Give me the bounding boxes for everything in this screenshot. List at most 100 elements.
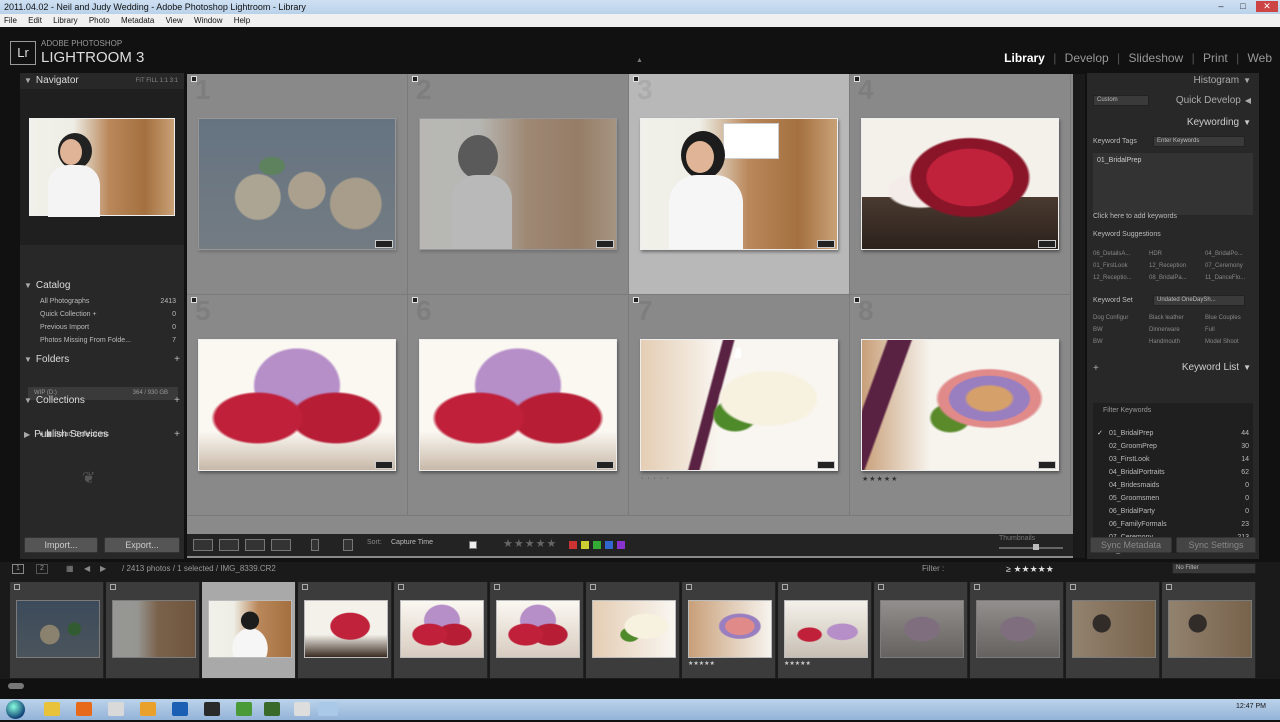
enter-keywords-dropdown[interactable]: Enter Keywords (1153, 136, 1245, 147)
keyword-set-item[interactable]: Full (1205, 327, 1215, 333)
filmstrip-thumb[interactable] (10, 582, 104, 678)
maximize-button[interactable]: □ (1232, 1, 1254, 12)
filmstrip-thumb[interactable] (1162, 582, 1256, 678)
sort-direction-icon[interactable] (343, 539, 353, 551)
filmstrip-source-info[interactable]: / 2413 photos / 1 selected / IMG_8339.CR… (122, 562, 276, 576)
edit-badge-icon[interactable] (596, 461, 614, 469)
label-red-swatch[interactable] (569, 541, 577, 549)
keyword-suggestion[interactable]: 11_DanceFlo... (1205, 275, 1245, 281)
keyword-suggestion[interactable]: 12_Receptio... (1093, 275, 1132, 281)
filter-keywords-field[interactable]: Filter Keywords (1103, 407, 1151, 414)
checkmark-icon[interactable]: ✓ (1097, 427, 1103, 440)
keyword-list-row[interactable]: 04_Bridesmaids 0 (1109, 479, 1249, 492)
minimize-button[interactable]: – (1210, 1, 1232, 12)
folders-header[interactable]: ▼ Folders + (20, 352, 184, 368)
firefox-icon[interactable] (76, 702, 92, 716)
add-keywords-hint[interactable]: Click here to add keywords (1093, 213, 1177, 220)
filmstrip-thumb[interactable] (586, 582, 680, 678)
top-panel-toggle-icon[interactable]: ▲ (636, 57, 643, 64)
chrome-icon[interactable] (44, 702, 60, 716)
menu-photo[interactable]: Photo (89, 16, 110, 25)
flag-icon[interactable] (633, 76, 639, 82)
keyword-list-row[interactable]: 05_Groomsmen 0 (1109, 492, 1249, 505)
grid-icon[interactable]: ▦ (66, 562, 74, 576)
module-print[interactable]: Print (1203, 51, 1228, 65)
flag-icon[interactable] (206, 584, 212, 590)
module-develop[interactable]: Develop (1065, 51, 1109, 65)
back-arrow-icon[interactable]: ◀ (84, 562, 90, 576)
survey-view-icon[interactable] (271, 539, 291, 551)
navigator-zoom-options[interactable]: FIT FILL 1:1 3:1 (136, 73, 178, 89)
edit-badge-icon[interactable] (1038, 461, 1056, 469)
grid-view-icon[interactable] (193, 539, 213, 551)
add-collection-icon[interactable]: + (174, 393, 180, 409)
label-purple-swatch[interactable] (617, 541, 625, 549)
keyword-set-item[interactable]: Handmouth (1149, 339, 1180, 345)
catalog-header[interactable]: ▼ Catalog (20, 278, 184, 294)
filmstrip-thumb[interactable] (394, 582, 488, 678)
flag-icon[interactable] (398, 584, 404, 590)
flag-icon[interactable] (1070, 584, 1076, 590)
keywording-header[interactable]: Keywording ▼ (1087, 115, 1259, 131)
filter-preset-dropdown[interactable]: No Filter (1172, 563, 1256, 574)
keyword-set-item[interactable]: Black leather (1149, 315, 1184, 321)
keyword-list-row[interactable]: 06_BridalParty 0 (1109, 505, 1249, 518)
edit-badge-icon[interactable] (817, 461, 835, 469)
flag-icon[interactable] (633, 297, 639, 303)
catalog-item[interactable]: Quick Collection + 0 (40, 309, 180, 321)
keyword-set-item[interactable]: Blue Couples (1205, 315, 1241, 321)
label-yellow-swatch[interactable] (581, 541, 589, 549)
filmstrip-thumb[interactable]: ★★★★★ (682, 582, 776, 678)
publish-services-header[interactable]: ▶ Publish Services + (20, 427, 184, 443)
filmstrip-thumb[interactable] (874, 582, 968, 678)
rating-stars[interactable]: · · · · · (641, 475, 669, 482)
compare-view-icon[interactable] (245, 539, 265, 551)
keyword-tags-field[interactable]: 01_BridalPrep (1093, 153, 1253, 215)
keyword-list-row[interactable]: 04_BridalPortraits 62 (1109, 466, 1249, 479)
label-blue-swatch[interactable] (605, 541, 613, 549)
module-web[interactable]: Web (1248, 51, 1272, 65)
menu-file[interactable]: File (4, 16, 17, 25)
secondary-window-1-button[interactable]: 1 (12, 564, 24, 574)
filmstrip-thumb[interactable] (1066, 582, 1160, 678)
flag-icon[interactable] (191, 76, 197, 82)
sort-select[interactable]: Capture Time (391, 539, 433, 546)
module-slideshow[interactable]: Slideshow (1129, 51, 1184, 65)
keyword-suggestion[interactable]: HDR (1149, 251, 1162, 257)
catalog-item[interactable]: Previous Import 0 (40, 322, 180, 334)
menu-metadata[interactable]: Metadata (121, 16, 154, 25)
flag-icon[interactable] (782, 584, 788, 590)
app-icon[interactable] (236, 702, 252, 716)
flag-icon[interactable] (854, 297, 860, 303)
filter-rating-stars[interactable]: ≥ ★★★★★ (1006, 562, 1054, 576)
menu-view[interactable]: View (166, 16, 183, 25)
grid-cell[interactable]: 5 (187, 295, 408, 516)
edit-badge-icon[interactable] (596, 240, 614, 248)
flag-icon[interactable] (974, 584, 980, 590)
filmstrip-thumb-selected[interactable] (202, 582, 296, 678)
flag-icon[interactable] (878, 584, 884, 590)
keyword-suggestion[interactable]: 01_FirstLook (1093, 263, 1128, 269)
rating-stars[interactable]: ★★★★★ (862, 475, 898, 483)
keyword-list-row[interactable]: 03_FirstLook 14 (1109, 453, 1249, 466)
keyword-suggestion[interactable]: 07_Ceremony (1205, 263, 1243, 269)
import-button[interactable]: Import... (24, 537, 98, 553)
slider-thumb[interactable] (1033, 544, 1039, 550)
navigator-preview[interactable] (20, 89, 184, 245)
edit-badge-icon[interactable] (817, 240, 835, 248)
filmstrip-thumb[interactable] (106, 582, 200, 678)
navigator-header[interactable]: ▼ Navigator FIT FILL 1:1 3:1 (20, 73, 184, 89)
keyword-set-item[interactable]: BW (1093, 327, 1103, 333)
menu-edit[interactable]: Edit (28, 16, 42, 25)
keyword-suggestion[interactable]: 04_BridalPo... (1205, 251, 1243, 257)
filmstrip-thumb[interactable]: ★★★★★ (778, 582, 872, 678)
sync-metadata-button[interactable]: Sync Metadata (1090, 537, 1172, 553)
module-library[interactable]: Library (1004, 51, 1045, 65)
flag-icon[interactable] (14, 584, 20, 590)
keyword-set-item[interactable]: BW (1093, 339, 1103, 345)
grid-cell[interactable]: 2 (408, 74, 629, 295)
keyword-set-dropdown[interactable]: Undated OneDaySh... (1153, 295, 1245, 306)
flag-icon[interactable] (191, 297, 197, 303)
flag-icon[interactable] (1166, 584, 1172, 590)
keyword-list-row[interactable]: 06_FamilyFormals 23 (1109, 518, 1249, 531)
